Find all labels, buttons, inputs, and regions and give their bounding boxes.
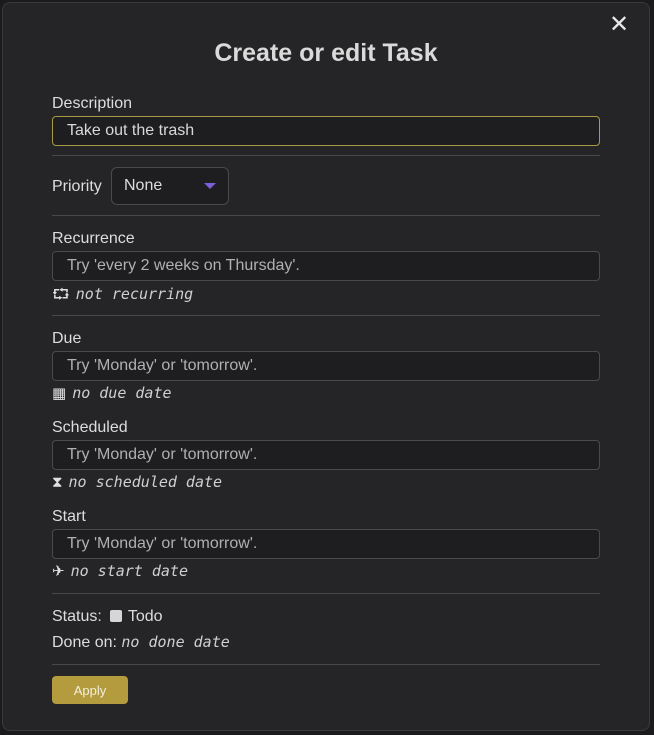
scheduled-hint: ⧗ no scheduled date <box>52 473 222 491</box>
close-icon[interactable]: ✕ <box>607 13 631 37</box>
status-value: Todo <box>127 608 163 625</box>
start-hint-text: no start date <box>70 562 188 580</box>
recurrence-label: Recurrence <box>52 230 135 247</box>
dialog-title: Create or edit Task <box>214 39 438 67</box>
done-on-value: no done date <box>121 633 230 651</box>
plane-departure-icon: ✈ <box>52 562 65 580</box>
done-on-label: Done on: <box>52 634 117 651</box>
status-row: Status: Todo <box>52 608 163 626</box>
status-label: Status: <box>52 608 102 625</box>
due-hint: ▦ no due date <box>52 384 172 402</box>
description-label: Description <box>52 95 133 112</box>
done-on-row: Done on: no done date <box>52 633 230 652</box>
description-input[interactable] <box>52 116 600 146</box>
scheduled-input[interactable] <box>52 440 600 470</box>
scheduled-hint-text: no scheduled date <box>68 473 223 491</box>
recurrence-input[interactable] <box>52 251 600 281</box>
priority-label: Priority <box>52 178 102 195</box>
due-hint-text: no due date <box>72 384 172 402</box>
recurrence-hint-text: not recurring <box>75 285 194 303</box>
recurrence-hint: ⮔ not recurring <box>52 284 193 309</box>
priority-selected-value: None <box>124 177 163 194</box>
apply-button[interactable]: Apply <box>52 676 128 704</box>
hourglass-icon: ⧗ <box>52 473 63 491</box>
divider <box>52 664 600 665</box>
divider <box>52 215 600 216</box>
due-input[interactable] <box>52 351 600 381</box>
start-hint: ✈ no start date <box>52 562 188 580</box>
divider <box>52 593 600 594</box>
start-input[interactable] <box>52 529 600 559</box>
start-label: Start <box>52 508 86 525</box>
divider <box>52 155 600 156</box>
recurrence-icon: ⮔ <box>52 285 70 303</box>
status-checkbox[interactable] <box>109 610 122 622</box>
calendar-icon: ▦ <box>52 384 67 402</box>
scheduled-label: Scheduled <box>52 419 128 436</box>
divider <box>52 315 600 316</box>
priority-select[interactable]: None <box>111 167 229 205</box>
task-dialog: ✕ Create or edit Task Description Priori… <box>2 2 650 731</box>
due-label: Due <box>52 330 82 347</box>
chevron-down-icon <box>204 183 216 189</box>
